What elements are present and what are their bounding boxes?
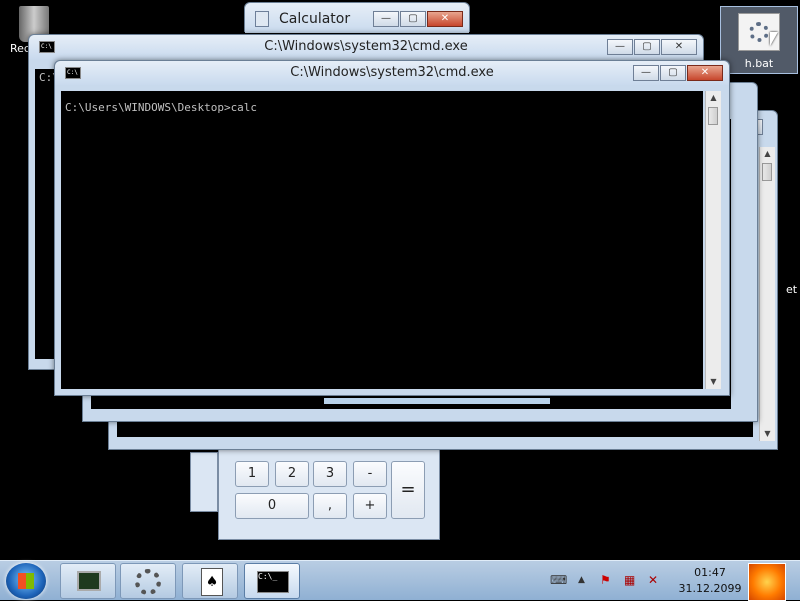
horizontal-scroll-sliver: [324, 398, 550, 404]
console-command-line: C:\Users\WINDOWS\Desktop>calc: [65, 101, 258, 114]
vertical-scrollbar[interactable]: ▲ ▼: [705, 91, 721, 389]
calc-key-2[interactable]: 2: [275, 461, 309, 487]
scroll-down-arrow-icon[interactable]: ▼: [760, 427, 775, 441]
minimize-button[interactable]: —: [633, 65, 659, 81]
calc-key-decimal[interactable]: ,: [313, 493, 347, 519]
close-button[interactable]: ✕: [687, 65, 723, 81]
vertical-scrollbar[interactable]: ▲ ▼: [759, 147, 775, 441]
cmd-back-title: C:\Windows\system32\cmd.exe: [264, 39, 468, 54]
calc-key-1[interactable]: 1: [235, 461, 269, 487]
user-flower-icon: [748, 563, 786, 601]
cmd-back-titlebar[interactable]: C:\ C:\Windows\system32\cmd.exe — ▢ ✕: [29, 35, 703, 59]
taskbar-app-solitaire[interactable]: ♠: [182, 563, 238, 599]
clock-time: 01:47: [694, 566, 726, 579]
scroll-up-arrow-icon[interactable]: ▲: [760, 147, 775, 161]
windows-logo-icon: [18, 573, 34, 589]
monitor-icon: [77, 571, 101, 591]
calc-key-equals[interactable]: =: [391, 461, 425, 519]
network-icon[interactable]: ▦: [624, 573, 635, 587]
gear-icon: [135, 569, 161, 595]
hbat-label: h.bat: [744, 57, 774, 70]
console-area[interactable]: C:\Users\WINDOWS\Desktop>calc: [61, 91, 703, 389]
calc-key-3[interactable]: 3: [313, 461, 347, 487]
maximize-button[interactable]: ▢: [660, 65, 686, 81]
start-button[interactable]: [6, 563, 46, 599]
calculator-window[interactable]: Calculator — ▢ ✕: [244, 2, 470, 33]
desktop-text-fragment: et: [786, 283, 798, 296]
taskbar-clock[interactable]: 01:47 31.12.2099: [672, 565, 748, 597]
volume-muted-icon[interactable]: ✕: [648, 573, 658, 587]
playing-card-icon: ♠: [201, 568, 223, 596]
minimize-button[interactable]: —: [373, 11, 399, 27]
calc-key-plus[interactable]: +: [353, 493, 387, 519]
scroll-thumb[interactable]: [708, 107, 718, 125]
mouse-cursor-icon: [770, 32, 778, 46]
maximize-button[interactable]: ▢: [634, 39, 660, 55]
cmd-icon: C:\_: [257, 571, 289, 593]
calculator-app-icon: [255, 11, 269, 27]
maximize-button[interactable]: ▢: [400, 11, 426, 27]
scroll-down-arrow-icon[interactable]: ▼: [706, 375, 721, 389]
calculator-keypad: 1 2 3 - 0 , + =: [218, 446, 440, 540]
hbat-desktop-icon[interactable]: h.bat: [720, 6, 798, 74]
taskbar-app-settings[interactable]: [120, 563, 176, 599]
close-button[interactable]: ✕: [661, 39, 697, 55]
taskbar-app-cmd[interactable]: C:\_: [244, 563, 300, 599]
calc-key-minus[interactable]: -: [353, 461, 387, 487]
calculator-title: Calculator: [279, 11, 351, 27]
calculator-titlebar[interactable]: Calculator — ▢ ✕: [245, 3, 469, 33]
cmd-front-titlebar[interactable]: C:\ C:\Windows\system32\cmd.exe — ▢ ✕: [55, 61, 729, 85]
cmd-front-title: C:\Windows\system32\cmd.exe: [290, 65, 494, 80]
taskbar: ♠ C:\_ ⌨ ▲ ⚑ ▦ ✕ 01:47 31.12.2099: [0, 560, 800, 601]
taskbar-app-task-manager[interactable]: [60, 563, 116, 599]
action-center-flag-icon[interactable]: ⚑: [600, 573, 611, 587]
calculator-body-back: [190, 452, 218, 512]
show-hidden-icons-arrow-icon[interactable]: ▲: [578, 575, 585, 585]
calc-key-0[interactable]: 0: [235, 493, 309, 519]
close-button[interactable]: ✕: [427, 11, 463, 27]
clock-date: 31.12.2099: [678, 582, 742, 595]
keyboard-icon[interactable]: ⌨: [550, 573, 567, 587]
minimize-button[interactable]: —: [607, 39, 633, 55]
cmd-window-front[interactable]: C:\ C:\Windows\system32\cmd.exe — ▢ ✕ C:…: [54, 60, 730, 396]
scroll-up-arrow-icon[interactable]: ▲: [706, 91, 721, 105]
scroll-thumb[interactable]: [762, 163, 772, 181]
